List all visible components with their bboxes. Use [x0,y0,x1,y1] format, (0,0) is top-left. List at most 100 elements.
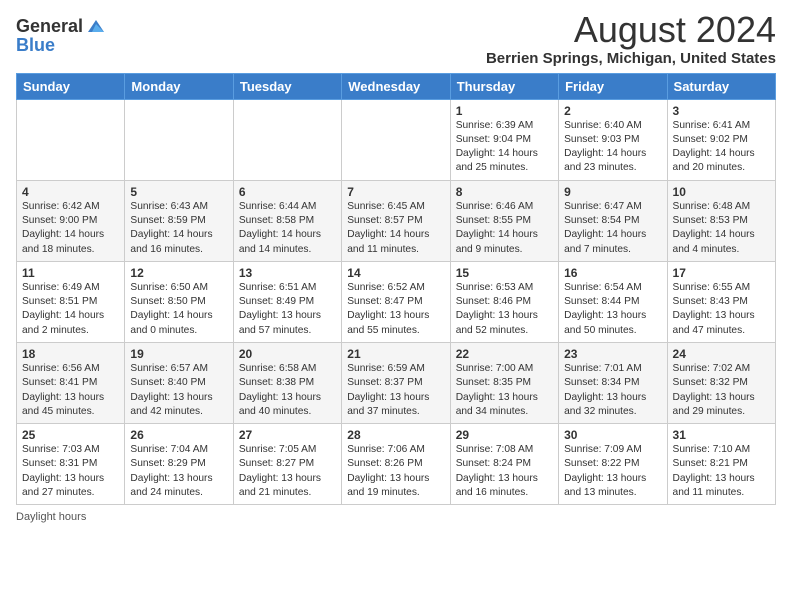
day-number: 1 [456,104,553,118]
calendar-cell: 20Sunrise: 6:58 AMSunset: 8:38 PMDayligh… [233,342,341,423]
day-number: 27 [239,428,336,442]
day-number: 6 [239,185,336,199]
day-info: Sunrise: 7:08 AMSunset: 8:24 PMDaylight:… [456,443,553,500]
day-number: 9 [564,185,661,199]
day-info: Sunrise: 7:05 AMSunset: 8:27 PMDaylight:… [239,443,336,500]
calendar-cell [125,99,233,180]
day-number: 8 [456,185,553,199]
col-header-thursday: Thursday [450,73,558,99]
logo-general-text: General [16,16,83,37]
day-info: Sunrise: 6:49 AMSunset: 8:51 PMDaylight:… [22,281,119,338]
day-info: Sunrise: 6:50 AMSunset: 8:50 PMDaylight:… [130,281,227,338]
calendar-cell: 29Sunrise: 7:08 AMSunset: 8:24 PMDayligh… [450,424,558,505]
day-info: Sunrise: 6:53 AMSunset: 8:46 PMDaylight:… [456,281,553,338]
logo-icon [86,18,106,36]
day-number: 20 [239,347,336,361]
calendar-cell: 2Sunrise: 6:40 AMSunset: 9:03 PMDaylight… [559,99,667,180]
daylight-label: Daylight hours [16,511,86,523]
day-info: Sunrise: 7:01 AMSunset: 8:34 PMDaylight:… [564,362,661,419]
calendar-cell: 8Sunrise: 6:46 AMSunset: 8:55 PMDaylight… [450,180,558,261]
calendar-cell: 28Sunrise: 7:06 AMSunset: 8:26 PMDayligh… [342,424,450,505]
logo: General Blue [16,16,106,56]
day-info: Sunrise: 6:48 AMSunset: 8:53 PMDaylight:… [673,200,770,257]
location-title: Berrien Springs, Michigan, United States [486,50,776,67]
day-info: Sunrise: 6:47 AMSunset: 8:54 PMDaylight:… [564,200,661,257]
calendar-cell [233,99,341,180]
calendar-cell: 30Sunrise: 7:09 AMSunset: 8:22 PMDayligh… [559,424,667,505]
day-info: Sunrise: 7:04 AMSunset: 8:29 PMDaylight:… [130,443,227,500]
day-info: Sunrise: 6:39 AMSunset: 9:04 PMDaylight:… [456,119,553,176]
logo-blue-text: Blue [16,35,55,56]
calendar-cell: 5Sunrise: 6:43 AMSunset: 8:59 PMDaylight… [125,180,233,261]
calendar-cell: 17Sunrise: 6:55 AMSunset: 8:43 PMDayligh… [667,261,775,342]
day-info: Sunrise: 7:02 AMSunset: 8:32 PMDaylight:… [673,362,770,419]
calendar-cell: 15Sunrise: 6:53 AMSunset: 8:46 PMDayligh… [450,261,558,342]
header: General Blue August 2024 Berrien Springs… [16,10,776,67]
day-info: Sunrise: 6:46 AMSunset: 8:55 PMDaylight:… [456,200,553,257]
day-info: Sunrise: 6:55 AMSunset: 8:43 PMDaylight:… [673,281,770,338]
day-number: 19 [130,347,227,361]
day-number: 3 [673,104,770,118]
calendar-cell: 21Sunrise: 6:59 AMSunset: 8:37 PMDayligh… [342,342,450,423]
day-number: 25 [22,428,119,442]
week-row-0: 1Sunrise: 6:39 AMSunset: 9:04 PMDaylight… [17,99,776,180]
day-number: 5 [130,185,227,199]
day-number: 14 [347,266,444,280]
day-number: 2 [564,104,661,118]
day-info: Sunrise: 7:10 AMSunset: 8:21 PMDaylight:… [673,443,770,500]
day-number: 13 [239,266,336,280]
calendar-cell: 19Sunrise: 6:57 AMSunset: 8:40 PMDayligh… [125,342,233,423]
col-header-saturday: Saturday [667,73,775,99]
day-info: Sunrise: 7:03 AMSunset: 8:31 PMDaylight:… [22,443,119,500]
calendar-cell: 7Sunrise: 6:45 AMSunset: 8:57 PMDaylight… [342,180,450,261]
day-info: Sunrise: 6:54 AMSunset: 8:44 PMDaylight:… [564,281,661,338]
calendar-cell: 31Sunrise: 7:10 AMSunset: 8:21 PMDayligh… [667,424,775,505]
day-info: Sunrise: 6:44 AMSunset: 8:58 PMDaylight:… [239,200,336,257]
day-info: Sunrise: 6:51 AMSunset: 8:49 PMDaylight:… [239,281,336,338]
day-number: 18 [22,347,119,361]
day-info: Sunrise: 7:00 AMSunset: 8:35 PMDaylight:… [456,362,553,419]
calendar-cell: 26Sunrise: 7:04 AMSunset: 8:29 PMDayligh… [125,424,233,505]
day-number: 15 [456,266,553,280]
day-info: Sunrise: 6:52 AMSunset: 8:47 PMDaylight:… [347,281,444,338]
col-header-wednesday: Wednesday [342,73,450,99]
day-number: 28 [347,428,444,442]
day-number: 21 [347,347,444,361]
day-info: Sunrise: 6:56 AMSunset: 8:41 PMDaylight:… [22,362,119,419]
calendar-cell: 25Sunrise: 7:03 AMSunset: 8:31 PMDayligh… [17,424,125,505]
calendar-cell: 4Sunrise: 6:42 AMSunset: 9:00 PMDaylight… [17,180,125,261]
calendar-cell: 16Sunrise: 6:54 AMSunset: 8:44 PMDayligh… [559,261,667,342]
calendar-cell: 23Sunrise: 7:01 AMSunset: 8:34 PMDayligh… [559,342,667,423]
day-info: Sunrise: 6:43 AMSunset: 8:59 PMDaylight:… [130,200,227,257]
day-number: 16 [564,266,661,280]
day-info: Sunrise: 7:06 AMSunset: 8:26 PMDaylight:… [347,443,444,500]
week-row-4: 25Sunrise: 7:03 AMSunset: 8:31 PMDayligh… [17,424,776,505]
calendar-cell: 24Sunrise: 7:02 AMSunset: 8:32 PMDayligh… [667,342,775,423]
calendar-cell [17,99,125,180]
calendar-cell: 10Sunrise: 6:48 AMSunset: 8:53 PMDayligh… [667,180,775,261]
day-number: 12 [130,266,227,280]
calendar-cell: 9Sunrise: 6:47 AMSunset: 8:54 PMDaylight… [559,180,667,261]
day-number: 31 [673,428,770,442]
header-row: SundayMondayTuesdayWednesdayThursdayFrid… [17,73,776,99]
day-number: 26 [130,428,227,442]
day-info: Sunrise: 6:41 AMSunset: 9:02 PMDaylight:… [673,119,770,176]
calendar-cell [342,99,450,180]
day-info: Sunrise: 7:09 AMSunset: 8:22 PMDaylight:… [564,443,661,500]
calendar-cell: 13Sunrise: 6:51 AMSunset: 8:49 PMDayligh… [233,261,341,342]
calendar-cell: 12Sunrise: 6:50 AMSunset: 8:50 PMDayligh… [125,261,233,342]
day-number: 23 [564,347,661,361]
col-header-friday: Friday [559,73,667,99]
day-number: 11 [22,266,119,280]
day-number: 29 [456,428,553,442]
col-header-sunday: Sunday [17,73,125,99]
day-info: Sunrise: 6:42 AMSunset: 9:00 PMDaylight:… [22,200,119,257]
calendar-table: SundayMondayTuesdayWednesdayThursdayFrid… [16,73,776,506]
day-info: Sunrise: 6:59 AMSunset: 8:37 PMDaylight:… [347,362,444,419]
calendar-cell: 27Sunrise: 7:05 AMSunset: 8:27 PMDayligh… [233,424,341,505]
day-number: 4 [22,185,119,199]
day-number: 7 [347,185,444,199]
day-number: 22 [456,347,553,361]
week-row-1: 4Sunrise: 6:42 AMSunset: 9:00 PMDaylight… [17,180,776,261]
day-number: 17 [673,266,770,280]
